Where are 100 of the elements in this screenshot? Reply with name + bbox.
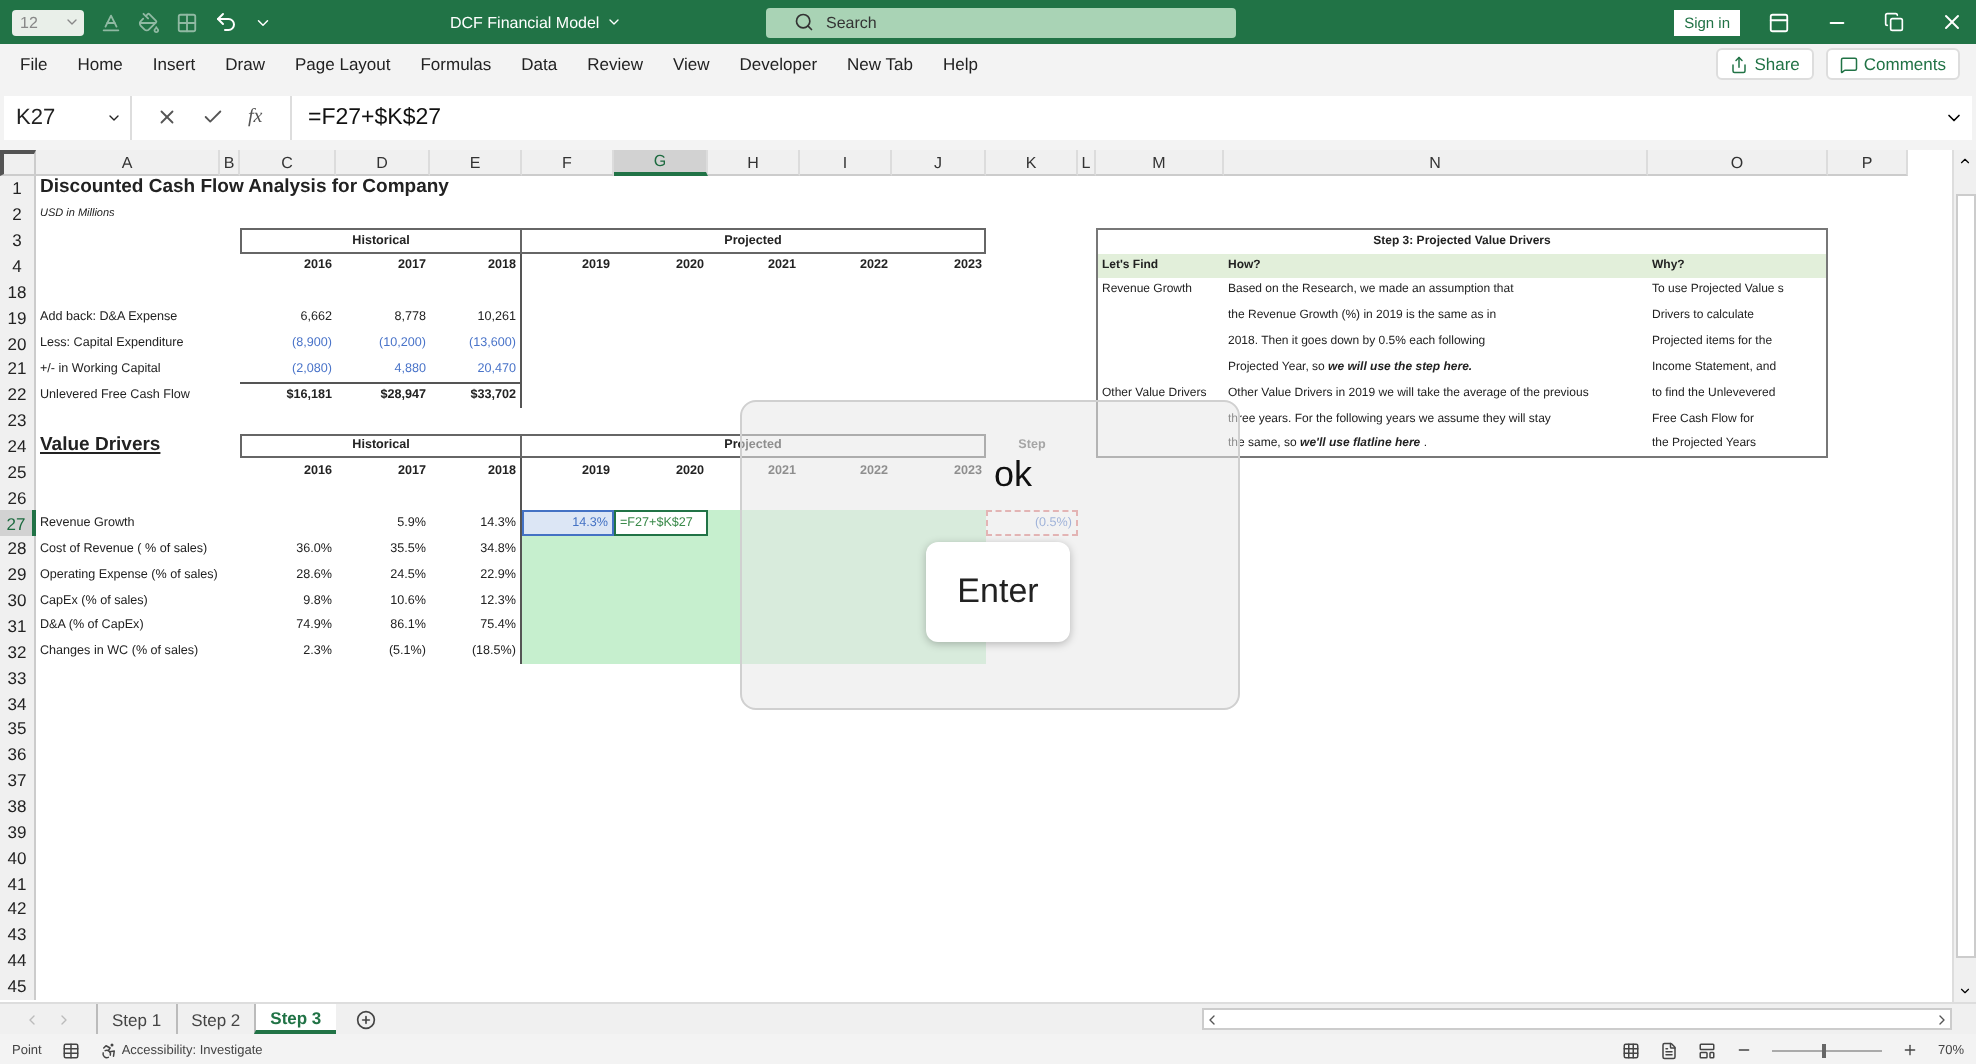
- row-header[interactable]: 2: [0, 201, 36, 228]
- zoom-thumb[interactable]: [1821, 1043, 1826, 1057]
- column-header[interactable]: D: [336, 150, 430, 176]
- column-header[interactable]: F: [522, 150, 614, 176]
- enter-icon[interactable]: [202, 106, 224, 128]
- share-button[interactable]: Share: [1716, 48, 1814, 80]
- row-header[interactable]: 23: [0, 407, 36, 434]
- row-header[interactable]: 41: [0, 870, 36, 897]
- menu-item[interactable]: Draw: [225, 54, 265, 74]
- column-header[interactable]: A: [36, 150, 220, 176]
- section-heading: Value Drivers: [40, 435, 161, 457]
- restore-icon[interactable]: [1884, 12, 1904, 32]
- column-header[interactable]: H: [708, 150, 800, 176]
- undo-icon[interactable]: [214, 10, 238, 34]
- row-header[interactable]: 42: [0, 896, 36, 922]
- fill-color-icon[interactable]: [138, 11, 160, 33]
- cancel-icon[interactable]: [156, 106, 178, 128]
- column-header[interactable]: M: [1096, 150, 1224, 176]
- comments-button[interactable]: Comments: [1825, 48, 1960, 80]
- row-header[interactable]: 35: [0, 716, 36, 742]
- row-header[interactable]: 27: [0, 510, 36, 537]
- row-header[interactable]: 31: [0, 613, 36, 639]
- share-icon: [1730, 55, 1749, 73]
- row-header[interactable]: 37: [0, 767, 36, 794]
- select-all-button[interactable]: [0, 150, 36, 176]
- row-header[interactable]: 38: [0, 793, 36, 819]
- column-header[interactable]: K: [986, 150, 1078, 176]
- column-header[interactable]: B: [220, 150, 240, 176]
- row-header[interactable]: 33: [0, 664, 36, 691]
- row-header[interactable]: 45: [0, 973, 36, 999]
- row-header[interactable]: 29: [0, 561, 36, 588]
- row-header[interactable]: 18: [0, 278, 36, 305]
- search-icon: [794, 12, 814, 32]
- search-field[interactable]: Search: [766, 7, 1236, 37]
- window-title[interactable]: DCF Financial Model: [450, 13, 600, 31]
- row-header[interactable]: 40: [0, 844, 36, 871]
- menu-item[interactable]: File: [20, 54, 48, 74]
- formula-field[interactable]: =F27+$K$27: [292, 105, 1944, 129]
- column-header[interactable]: G: [614, 150, 708, 176]
- row-header[interactable]: 22: [0, 381, 36, 408]
- menu-item[interactable]: Developer: [739, 54, 818, 74]
- row-header[interactable]: 21: [0, 356, 36, 382]
- row-header[interactable]: 1: [0, 176, 36, 202]
- row-header[interactable]: 4: [0, 253, 36, 279]
- row-header[interactable]: 19: [0, 304, 36, 331]
- row-header[interactable]: 39: [0, 818, 36, 845]
- popup-caption: ok: [994, 456, 1033, 492]
- normal-view-icon[interactable]: [1621, 1041, 1640, 1059]
- horizontal-scrollbar[interactable]: [1202, 1008, 1952, 1030]
- borders-icon[interactable]: [176, 11, 198, 33]
- sheet-tab[interactable]: Step 3: [254, 1004, 336, 1034]
- column-header[interactable]: J: [892, 150, 986, 176]
- row-header[interactable]: 20: [0, 330, 36, 357]
- scroll-right-icon[interactable]: [1934, 1011, 1950, 1027]
- accessibility-icon: [99, 1041, 118, 1059]
- menu-item[interactable]: Page Layout: [295, 54, 391, 74]
- ribbon-display-icon[interactable]: [1768, 11, 1790, 33]
- close-icon[interactable]: [1940, 10, 1964, 34]
- comment-icon: [1839, 55, 1858, 73]
- column-header[interactable]: N: [1224, 150, 1648, 176]
- row-header[interactable]: 26: [0, 484, 36, 511]
- row-header[interactable]: 30: [0, 587, 36, 614]
- page-break-icon[interactable]: [1697, 1041, 1716, 1059]
- caret-icon: [64, 14, 80, 30]
- column-header[interactable]: P: [1828, 150, 1908, 176]
- scroll-down-icon[interactable]: [1958, 984, 1972, 998]
- menu-item[interactable]: Data: [521, 54, 558, 74]
- row-header[interactable]: 44: [0, 947, 36, 974]
- sheet-title: Discounted Cash Flow Analysis for Company: [40, 177, 449, 200]
- column-header[interactable]: I: [800, 150, 892, 176]
- column-header[interactable]: E: [430, 150, 522, 176]
- menu-item[interactable]: Insert: [152, 54, 196, 74]
- row-header[interactable]: 3: [0, 227, 36, 254]
- row-header[interactable]: 28: [0, 536, 36, 562]
- column-header[interactable]: L: [1078, 150, 1096, 176]
- scroll-up-icon[interactable]: [1958, 154, 1972, 168]
- row-header[interactable]: 25: [0, 458, 36, 485]
- insert-function-button[interactable]: fx: [248, 106, 263, 128]
- font-color-icon[interactable]: [100, 11, 122, 33]
- menu-item[interactable]: Help: [942, 54, 978, 74]
- macro-icon[interactable]: [61, 1041, 80, 1059]
- menu-item[interactable]: Review: [587, 54, 644, 74]
- column-header[interactable]: C: [240, 150, 336, 176]
- column-header[interactable]: O: [1648, 150, 1828, 176]
- row-header[interactable]: 43: [0, 921, 36, 948]
- name-box[interactable]: K27: [4, 95, 132, 139]
- row-header[interactable]: 32: [0, 638, 36, 665]
- add-sheet-icon[interactable]: [355, 1009, 376, 1029]
- menu-item[interactable]: Formulas: [420, 54, 492, 74]
- menu-item[interactable]: View: [673, 54, 710, 74]
- vertical-scrollbar[interactable]: [1952, 150, 1976, 1002]
- menu-item[interactable]: New Tab: [847, 54, 913, 74]
- row-header[interactable]: 34: [0, 690, 36, 717]
- page-layout-icon[interactable]: [1659, 1041, 1678, 1059]
- caret-icon[interactable]: [605, 14, 622, 30]
- menu-item[interactable]: Home: [77, 54, 123, 74]
- row-header[interactable]: 36: [0, 741, 36, 768]
- zoom-in-icon[interactable]: [1901, 1042, 1918, 1058]
- scroll-left-icon[interactable]: [1204, 1011, 1220, 1027]
- row-header[interactable]: 24: [0, 433, 36, 459]
